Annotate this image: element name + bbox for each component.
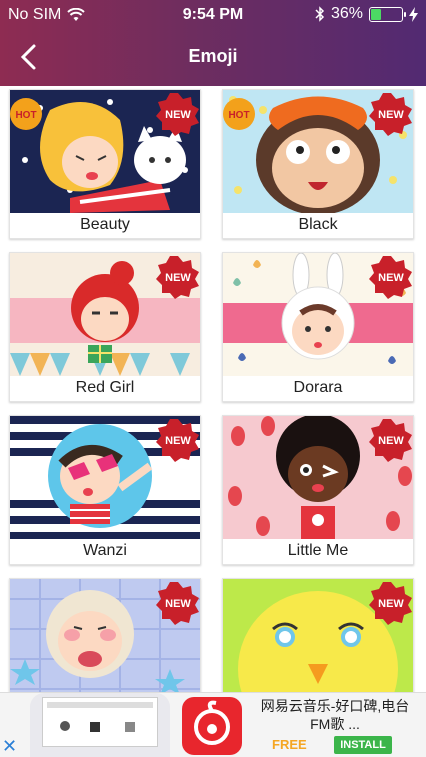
svg-text:NEW: NEW (378, 109, 404, 121)
new-badge-icon: NEW (369, 256, 412, 299)
new-badge-icon: NEW (156, 582, 199, 625)
svg-text:NEW: NEW (378, 272, 404, 284)
bluetooth-icon (315, 6, 325, 22)
status-bar: No SIM 9:54 PM 36% (0, 0, 426, 30)
sticker-label: Wanzi (83, 542, 127, 559)
sticker-card-wanzi[interactable]: NEW Wanzi (9, 415, 201, 565)
charging-icon (409, 6, 418, 22)
sticker-label: Black (298, 216, 338, 233)
svg-text:NEW: NEW (165, 109, 191, 121)
svg-text:NEW: NEW (165, 598, 191, 610)
ad-banner[interactable]: ✕ 网易云音乐-好口碑,电台 FM歌 ... FREE INSTALL (0, 692, 426, 757)
svg-text:NEW: NEW (165, 435, 191, 447)
new-badge-icon: NEW (369, 93, 412, 136)
hot-badge-icon: HOT (10, 98, 42, 130)
battery-icon (369, 6, 406, 22)
hot-badge-icon: HOT (223, 98, 255, 130)
new-badge-icon: NEW (156, 256, 199, 299)
ad-title-line-2: FM歌 ... (310, 716, 360, 732)
sticker-card-7[interactable]: NEW (9, 578, 201, 692)
ad-phone-image (30, 693, 170, 757)
sticker-label: Beauty (80, 216, 130, 233)
sticker-card-red-girl[interactable]: NEW Red Girl (9, 252, 201, 402)
sticker-card-dorara[interactable]: NEW Dorara (222, 252, 414, 402)
battery-percent: 36% (330, 5, 363, 22)
ad-close-button[interactable]: ✕ (2, 737, 20, 755)
new-badge-icon: NEW (369, 582, 412, 625)
new-badge-icon: NEW (369, 419, 412, 462)
sticker-card-black[interactable]: HOT NEW Black (222, 89, 414, 239)
page-title: Emoji (188, 46, 238, 66)
sticker-card-little-me[interactable]: NEW Little Me (222, 415, 414, 565)
svg-text:NEW: NEW (165, 272, 191, 284)
sticker-card-8[interactable]: NEW (222, 578, 414, 692)
new-badge-icon: NEW (156, 419, 199, 462)
sticker-label: Dorara (293, 379, 343, 396)
new-badge-icon: NEW (156, 93, 199, 136)
ad-install-button[interactable]: INSTALL (334, 736, 392, 754)
app-header: No SIM 9:54 PM 36% Emoji (0, 0, 426, 86)
battery-fill (371, 8, 382, 20)
sticker-card-beauty[interactable]: HOT NEW Beauty (9, 89, 201, 239)
svg-text:HOT: HOT (15, 110, 36, 121)
sticker-grid: HOT NEW Beauty HOT NEW Black NEW Red Gir… (0, 86, 426, 692)
ad-title: 网易云音乐-好口碑,电台 FM歌 ... (250, 697, 420, 733)
ad-title-line-1: 网易云音乐-好口碑,电台 (260, 698, 410, 714)
svg-text:NEW: NEW (378, 598, 404, 610)
ad-free-label: FREE (272, 737, 307, 752)
sticker-label: Red Girl (75, 379, 135, 396)
netease-music-icon[interactable] (182, 697, 242, 755)
svg-text:NEW: NEW (378, 435, 404, 447)
svg-text:HOT: HOT (228, 110, 249, 121)
ad-phone-screen (42, 697, 158, 747)
status-right: 36% (315, 5, 418, 23)
sticker-label: Little Me (287, 542, 349, 559)
